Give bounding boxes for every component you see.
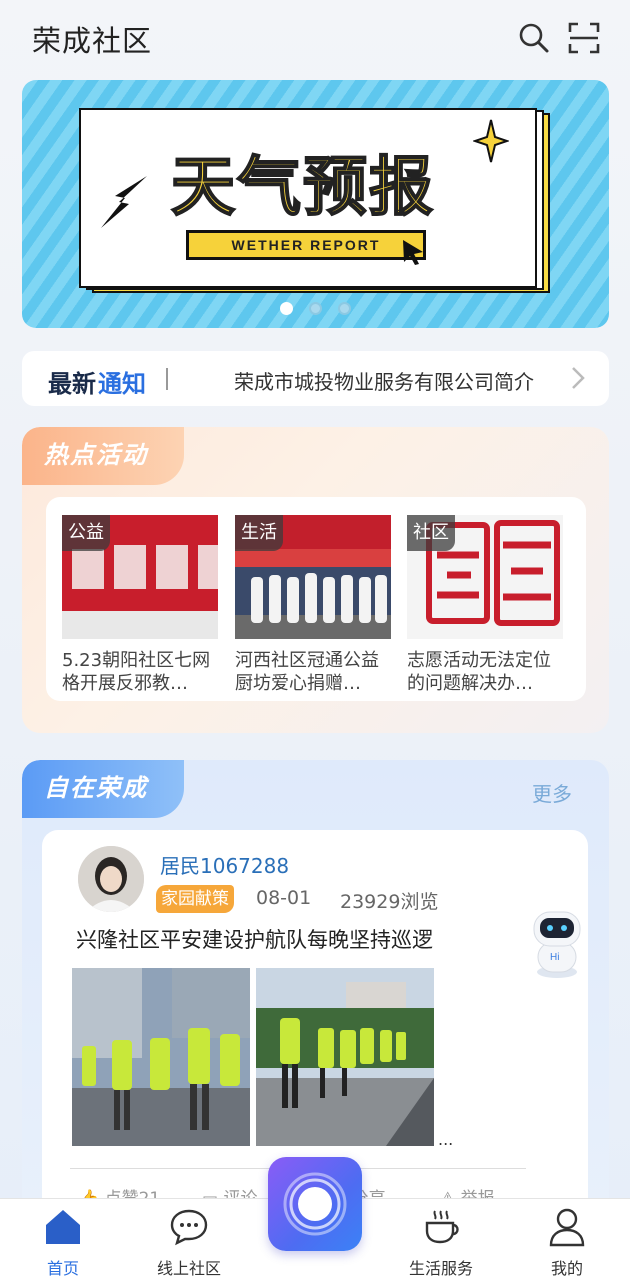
hot-activities-list: 公益 5.23朝阳社区七网格开展反邪教… 生活 河西社区冠通公益厨坊爱心捐赠… … [46, 497, 586, 701]
hot-activity-card[interactable]: 生活 河西社区冠通公益厨坊爱心捐赠… [235, 515, 391, 695]
post-date: 08-01 [256, 887, 312, 909]
activity-image: 公益 [62, 515, 218, 639]
voice-ring-icon [283, 1172, 347, 1236]
notice-label-latest: 最新 [48, 370, 96, 398]
search-icon[interactable] [516, 20, 552, 56]
activity-caption: 5.23朝阳社区七网格开展反邪教… [62, 650, 211, 694]
post-category-tag: 家园献策 [156, 885, 234, 913]
category-badge: 社区 [407, 515, 455, 551]
activity-image: 社区 [407, 515, 563, 639]
home-icon [46, 1210, 80, 1244]
post-views: 23929浏览 [340, 891, 439, 913]
more-link[interactable]: 更多 [532, 778, 572, 807]
tab-mine[interactable]: 我的 [517, 1199, 617, 1280]
tab-label: 首页 [46, 1259, 79, 1278]
app-header: 荣成社区 [0, 0, 630, 78]
divider [166, 368, 168, 390]
svg-text:Hi: Hi [550, 952, 559, 963]
carousel-dot[interactable] [338, 302, 351, 315]
scan-icon[interactable] [566, 20, 602, 56]
hot-activities-section: 热点活动 公益 5.23朝阳社区七网格开展反邪教… 生活 河西社区冠通公益厨坊爱… [22, 427, 609, 733]
coffee-icon [425, 1210, 459, 1244]
carousel-dot[interactable] [280, 302, 293, 315]
banner-carousel[interactable]: 天气预报 WETHER REPORT [22, 80, 609, 328]
activity-caption: 志愿活动无法定位的问题解决办… [407, 650, 551, 694]
hot-activity-card[interactable]: 社区 志愿活动无法定位的问题解决办… [407, 515, 563, 695]
lightning-icon [101, 176, 147, 228]
carousel-dot[interactable] [309, 302, 322, 315]
banner-title: 天气预报 [170, 150, 435, 226]
tab-label: 我的 [550, 1259, 583, 1278]
app-title: 荣成社区 [32, 24, 153, 58]
user-icon [549, 1208, 585, 1247]
sparkle-icon [473, 119, 509, 163]
activity-image: 生活 [235, 515, 391, 639]
post-title[interactable]: 兴隆社区平安建设护航队每晚坚持巡逻 [76, 924, 433, 954]
hot-activity-card[interactable]: 公益 5.23朝阳社区七网格开展反邪教… [62, 515, 218, 695]
notice-bar[interactable]: 最新 通知 荣成市城投物业服务有限公司简介 [22, 351, 609, 406]
post-author[interactable]: 居民1067288 [160, 850, 289, 879]
category-badge: 生活 [235, 515, 283, 551]
post-image[interactable] [256, 968, 434, 1146]
post-more-indicator: ... [438, 1130, 454, 1149]
tab-label: 线上社区 [156, 1259, 221, 1278]
section-tag: 热点活动 [22, 427, 184, 485]
notice-label-notice: 通知 [98, 370, 146, 398]
tab-home[interactable]: 首页 [13, 1199, 113, 1280]
section-tag: 自在荣成 [22, 760, 184, 818]
community-feed-section: 自在荣成 更多 居民1067288 家园献策 08-01 23929浏览 兴隆社… [22, 760, 609, 1220]
section-title: 自在荣成 [44, 774, 148, 802]
tab-online-community[interactable]: 线上社区 [139, 1199, 239, 1280]
carousel-dots [280, 302, 351, 315]
notice-text[interactable]: 荣成市城投物业服务有限公司简介 [234, 366, 534, 395]
chevron-right-icon[interactable] [570, 365, 586, 391]
avatar[interactable] [78, 846, 144, 912]
category-badge: 公益 [62, 515, 110, 551]
post-image[interactable] [72, 968, 250, 1146]
cursor-icon [403, 240, 423, 265]
tab-life-services[interactable]: 生活服务 [391, 1199, 491, 1280]
robot-assistant-icon[interactable]: Hi [528, 908, 586, 980]
center-action-button[interactable] [268, 1157, 362, 1251]
banner-card: 天气预报 WETHER REPORT [79, 108, 537, 288]
chat-icon [170, 1209, 208, 1246]
section-title: 热点活动 [44, 441, 148, 469]
tab-label: 生活服务 [408, 1259, 473, 1278]
activity-caption: 河西社区冠通公益厨坊爱心捐赠… [235, 650, 379, 694]
banner-subtitle: WETHER REPORT [186, 230, 426, 260]
